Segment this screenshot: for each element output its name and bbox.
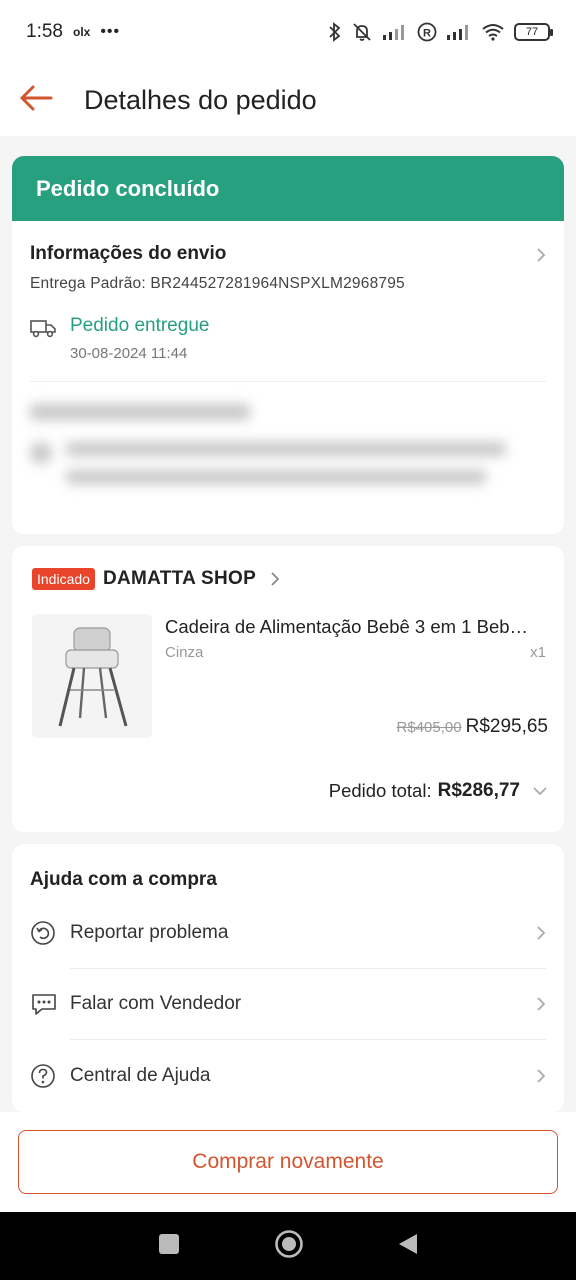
shipping-info-section[interactable]: Informações do envio Entrega Padrão: BR2… bbox=[12, 221, 564, 381]
wifi-icon bbox=[481, 23, 505, 41]
report-problem-label: Reportar problema bbox=[70, 922, 229, 943]
order-status-banner: Pedido concluído bbox=[12, 156, 564, 221]
report-problem-icon bbox=[30, 920, 70, 946]
tracking-code: Entrega Padrão: BR244527281964NSPXLM2968… bbox=[30, 275, 405, 292]
help-card: Ajuda com a compra Reportar problema Fal… bbox=[12, 844, 564, 1112]
chat-seller-label: Falar com Vendedor bbox=[70, 993, 242, 1014]
system-navigation-bar bbox=[0, 1212, 576, 1280]
shop-name: DAMATTA SHOP bbox=[102, 568, 257, 589]
delivery-status: Pedido entregue bbox=[70, 315, 210, 336]
status-bar: 1:58 olx ••• R 77 bbox=[0, 0, 576, 64]
back-arrow-icon bbox=[19, 85, 53, 116]
order-total-value: R$286,77 bbox=[437, 780, 520, 801]
product-name[interactable]: Cadeira de Alimentação Bebê 3 em 1 Beb… bbox=[165, 616, 550, 638]
product-quantity: x1 bbox=[530, 644, 546, 661]
original-price: R$405,00 bbox=[396, 719, 462, 736]
price-row: R$405,00 R$295,65 bbox=[397, 716, 548, 738]
blurred-address-section bbox=[12, 382, 564, 520]
back-button[interactable] bbox=[0, 64, 72, 136]
help-center-item[interactable]: Central de Ajuda bbox=[30, 1048, 546, 1104]
status-time: 1:58 bbox=[26, 21, 63, 42]
home-icon[interactable] bbox=[274, 1229, 304, 1264]
chevron-down-icon bbox=[532, 786, 548, 796]
shipping-info-title: Informações do envio bbox=[30, 243, 227, 264]
registered-icon: R bbox=[417, 22, 437, 42]
chevron-right-icon bbox=[536, 925, 546, 941]
product-image[interactable] bbox=[32, 614, 152, 738]
chevron-right-icon bbox=[536, 996, 546, 1012]
help-center-label: Central de Ajuda bbox=[70, 1065, 211, 1086]
signal-icon bbox=[382, 23, 408, 41]
olx-notification-icon: olx bbox=[72, 25, 91, 39]
chevron-right-icon bbox=[270, 571, 280, 587]
chevron-right-icon bbox=[536, 1068, 546, 1084]
page-title: Detalhes do pedido bbox=[84, 84, 317, 115]
mute-bell-icon bbox=[351, 22, 373, 42]
svg-text:R: R bbox=[423, 28, 431, 40]
truck-icon bbox=[30, 315, 70, 362]
more-notifications-icon: ••• bbox=[100, 23, 121, 40]
delivery-date: 30-08-2024 11:44 bbox=[70, 345, 188, 362]
order-total-row[interactable]: Pedido total: R$286,77 bbox=[329, 780, 548, 802]
chevron-right-icon bbox=[536, 247, 546, 268]
buy-again-button[interactable]: Comprar novamente bbox=[18, 1130, 558, 1194]
chat-bubble-icon bbox=[30, 991, 70, 1017]
product-variant: Cinza bbox=[165, 644, 204, 661]
signal-icon-2 bbox=[446, 23, 472, 41]
divider bbox=[70, 968, 546, 969]
order-total-label: Pedido total: bbox=[328, 780, 432, 801]
report-problem-item[interactable]: Reportar problema bbox=[30, 905, 546, 961]
bluetooth-icon bbox=[328, 22, 342, 42]
question-circle-icon bbox=[30, 1063, 70, 1089]
recommended-badge: Indicado bbox=[32, 568, 95, 590]
chat-seller-item[interactable]: Falar com Vendedor bbox=[30, 976, 546, 1032]
battery-icon: 77 bbox=[514, 23, 553, 41]
help-section-title: Ajuda com a compra bbox=[30, 869, 217, 890]
divider bbox=[70, 1039, 546, 1040]
back-triangle-icon[interactable] bbox=[397, 1232, 419, 1261]
shop-link[interactable]: Indicado DAMATTA SHOP bbox=[32, 568, 280, 590]
recent-apps-icon[interactable] bbox=[157, 1232, 181, 1261]
app-header: Detalhes do pedido bbox=[0, 64, 576, 136]
order-item-card: Indicado DAMATTA SHOP Cadeira de Aliment… bbox=[12, 546, 564, 832]
bottom-action-bar: Comprar novamente bbox=[0, 1112, 576, 1212]
sale-price: R$295,65 bbox=[465, 716, 548, 737]
order-status-card: Pedido concluído Informações do envio En… bbox=[12, 156, 564, 534]
